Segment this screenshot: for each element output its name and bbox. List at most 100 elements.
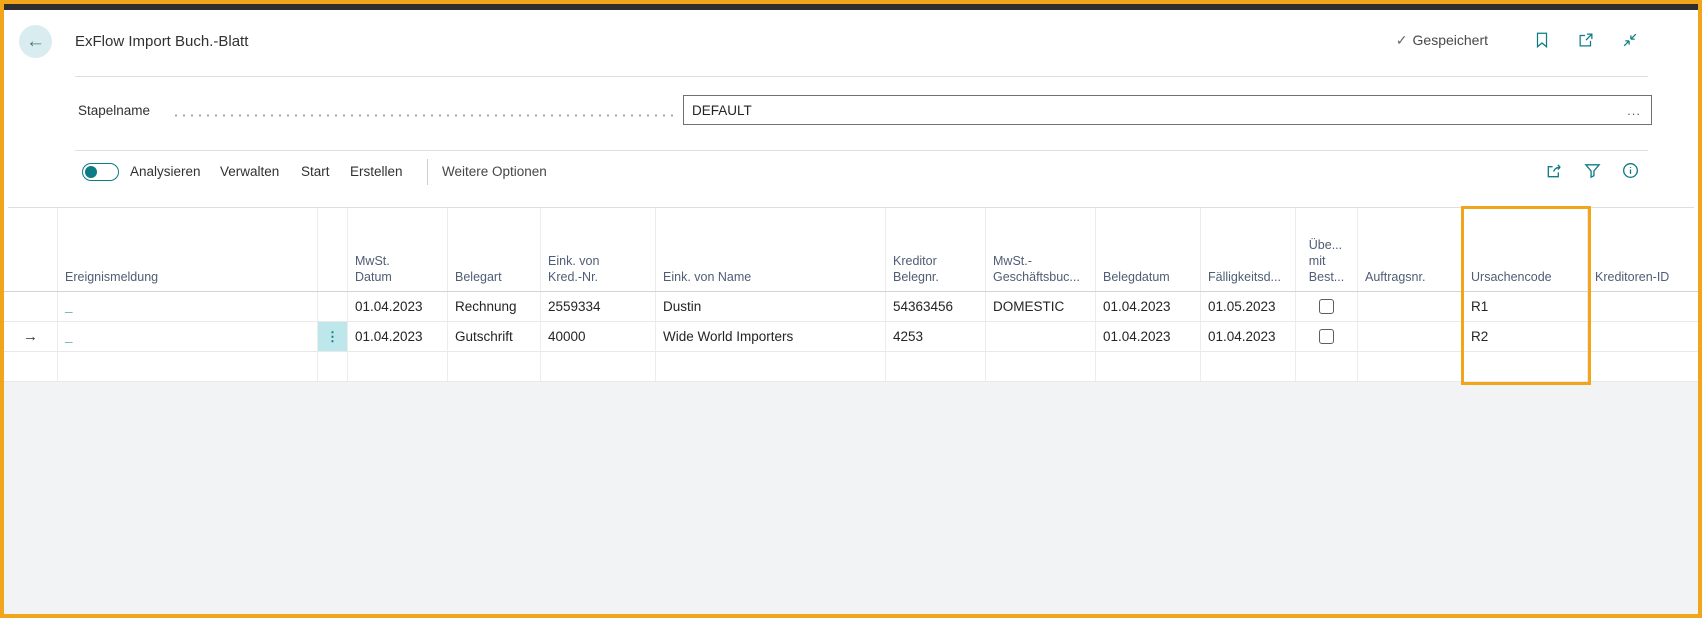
table-row: _ 01.04.2023 Rechnung 2559334 Dustin 543…: [4, 292, 1698, 322]
info-icon[interactable]: [1620, 160, 1640, 180]
header-ursachencode[interactable]: Ursachencode: [1464, 208, 1588, 291]
cell-faelligkeitsd[interactable]: 01.04.2023: [1201, 322, 1296, 351]
row-selector-cell[interactable]: [4, 352, 58, 381]
cell-ereignismeldung[interactable]: [58, 352, 318, 381]
header-row-selector: [4, 208, 58, 291]
cell-belegart[interactable]: [448, 352, 541, 381]
event-message-link[interactable]: _: [65, 299, 73, 314]
header-eink-von-name[interactable]: Eink. von Name: [656, 208, 886, 291]
cell-ueb-mit-best[interactable]: [1296, 352, 1358, 381]
cell-eink-von-name[interactable]: [656, 352, 886, 381]
cell-auftragsnr[interactable]: [1358, 292, 1464, 321]
toolbar-separator: [427, 159, 428, 185]
lookup-ellipsis-button[interactable]: ...: [1627, 103, 1641, 118]
cell-belegdatum[interactable]: 01.04.2023: [1096, 292, 1201, 321]
analyze-toggle[interactable]: [82, 163, 119, 181]
header-faelligkeitsd[interactable]: Fälligkeitsd...: [1201, 208, 1296, 291]
ueb-mit-best-checkbox[interactable]: [1319, 329, 1334, 344]
cell-ursachencode[interactable]: R1: [1464, 292, 1588, 321]
journal-table: Ereignismeldung MwSt. Datum Belegart Ein…: [4, 208, 1698, 382]
header-eink-von-kred-nr[interactable]: Eink. von Kred.-Nr.: [541, 208, 656, 291]
cell-eink-von-kred-nr[interactable]: 40000: [541, 322, 656, 351]
row-menu-cell[interactable]: [318, 352, 348, 381]
row-selector-cell[interactable]: [4, 292, 58, 321]
cell-belegart[interactable]: Gutschrift: [448, 322, 541, 351]
cell-belegdatum[interactable]: [1096, 352, 1201, 381]
table-row-selected: → _ ⋮ 01.04.2023 Gutschrift 40000 Wide W…: [4, 322, 1698, 352]
cell-eink-von-kred-nr[interactable]: 2559334: [541, 292, 656, 321]
cell-kreditor-belegnr[interactable]: 4253: [886, 322, 986, 351]
header-auftragsnr[interactable]: Auftragsnr.: [1358, 208, 1464, 291]
header-belegart[interactable]: Belegart: [448, 208, 541, 291]
table-action-icons: [1544, 160, 1640, 180]
header-ereignismeldung[interactable]: Ereignismeldung: [58, 208, 318, 291]
cell-ereignismeldung[interactable]: _: [58, 322, 318, 351]
current-row-pointer-icon: →: [23, 328, 38, 345]
vertical-dots-icon: ⋮: [326, 328, 339, 344]
cell-kreditoren-id[interactable]: [1588, 352, 1694, 381]
row-menu-cell[interactable]: [318, 292, 348, 321]
collapse-icon[interactable]: [1620, 30, 1640, 50]
header-actions: ✓ Gespeichert: [1396, 30, 1640, 50]
cell-auftragsnr[interactable]: [1358, 322, 1464, 351]
header-mwst-geschaeftsbuc[interactable]: MwSt.- Geschäftsbuc...: [986, 208, 1096, 291]
event-message-link[interactable]: _: [65, 329, 73, 344]
cell-mwst-datum[interactable]: 01.04.2023: [348, 292, 448, 321]
cell-eink-von-kred-nr[interactable]: [541, 352, 656, 381]
header-mwst-datum[interactable]: MwSt. Datum: [348, 208, 448, 291]
header-divider: [75, 76, 1648, 77]
page-title: ExFlow Import Buch.-Blatt: [75, 33, 249, 50]
toolbar-item-erstellen[interactable]: Erstellen: [350, 164, 403, 179]
back-button[interactable]: ←: [19, 25, 52, 58]
cell-mwst-geschaeftsbuc[interactable]: [986, 322, 1096, 351]
table-header-row: Ereignismeldung MwSt. Datum Belegart Ein…: [4, 208, 1698, 292]
batch-name-label: Stapelname: [78, 103, 151, 118]
cell-kreditor-belegnr[interactable]: [886, 352, 986, 381]
header-belegdatum[interactable]: Belegdatum: [1096, 208, 1201, 291]
batch-name-input[interactable]: DEFAULT ...: [683, 95, 1652, 125]
cell-ueb-mit-best: [1296, 322, 1358, 351]
header-ueb-mit-best[interactable]: Übe... mit Best...: [1296, 208, 1358, 291]
filter-icon[interactable]: [1582, 160, 1602, 180]
ueb-mit-best-checkbox[interactable]: [1319, 299, 1334, 314]
cell-eink-von-name[interactable]: Dustin: [656, 292, 886, 321]
cell-belegdatum[interactable]: 01.04.2023: [1096, 322, 1201, 351]
cell-kreditoren-id[interactable]: [1588, 322, 1694, 351]
back-arrow-icon: ←: [26, 30, 45, 52]
cell-mwst-geschaeftsbuc[interactable]: [986, 352, 1096, 381]
header-row-menu: [318, 208, 348, 291]
cell-auftragsnr[interactable]: [1358, 352, 1464, 381]
cell-kreditor-belegnr[interactable]: 54363456: [886, 292, 986, 321]
toolbar-item-verwalten[interactable]: Verwalten: [220, 164, 279, 179]
cell-faelligkeitsd[interactable]: [1201, 352, 1296, 381]
check-icon: ✓: [1395, 31, 1408, 48]
cell-mwst-datum[interactable]: [348, 352, 448, 381]
header-kreditor-belegnr[interactable]: Kreditor Belegnr.: [886, 208, 986, 291]
batch-name-value: DEFAULT: [692, 102, 752, 118]
dotted-leader: [172, 114, 676, 117]
cell-belegart[interactable]: Rechnung: [448, 292, 541, 321]
bookmark-icon[interactable]: [1532, 30, 1552, 50]
toggle-knob: [85, 166, 97, 178]
cell-ueb-mit-best: [1296, 292, 1358, 321]
row-context-menu-button[interactable]: ⋮: [318, 322, 348, 351]
open-in-new-window-icon[interactable]: [1576, 30, 1596, 50]
share-icon[interactable]: [1544, 160, 1564, 180]
cell-faelligkeitsd[interactable]: 01.05.2023: [1201, 292, 1296, 321]
toolbar-item-analysieren[interactable]: Analysieren: [130, 164, 201, 179]
saved-status: ✓ Gespeichert: [1396, 32, 1488, 49]
cell-mwst-geschaeftsbuc[interactable]: DOMESTIC: [986, 292, 1096, 321]
cell-ereignismeldung[interactable]: _: [58, 292, 318, 321]
browser-top-strip: [4, 4, 1698, 10]
cell-kreditoren-id[interactable]: [1588, 292, 1694, 321]
header-kreditoren-id[interactable]: Kreditoren-ID: [1588, 208, 1694, 291]
cell-ursachencode[interactable]: [1464, 352, 1588, 381]
cell-eink-von-name[interactable]: Wide World Importers: [656, 322, 886, 351]
cell-mwst-datum[interactable]: 01.04.2023: [348, 322, 448, 351]
toolbar-item-start[interactable]: Start: [301, 164, 330, 179]
table-row-empty: [4, 352, 1698, 382]
toolbar-divider: [75, 150, 1648, 151]
cell-ursachencode[interactable]: R2: [1464, 322, 1588, 351]
row-selector-cell[interactable]: →: [4, 322, 58, 351]
toolbar-item-more-options[interactable]: Weitere Optionen: [442, 164, 547, 179]
